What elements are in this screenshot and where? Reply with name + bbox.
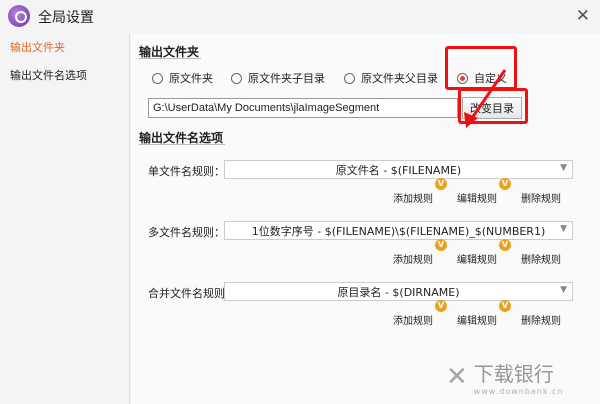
watermark: ✕ 下载银行 www.downbank.cn — [446, 358, 564, 396]
watermark-title: 下载银行 — [473, 362, 554, 386]
watermark-logo-icon: ✕ — [446, 362, 468, 392]
watermark-url: www.downbank.cn — [473, 387, 564, 396]
annotation-arrow-icon — [464, 69, 507, 128]
